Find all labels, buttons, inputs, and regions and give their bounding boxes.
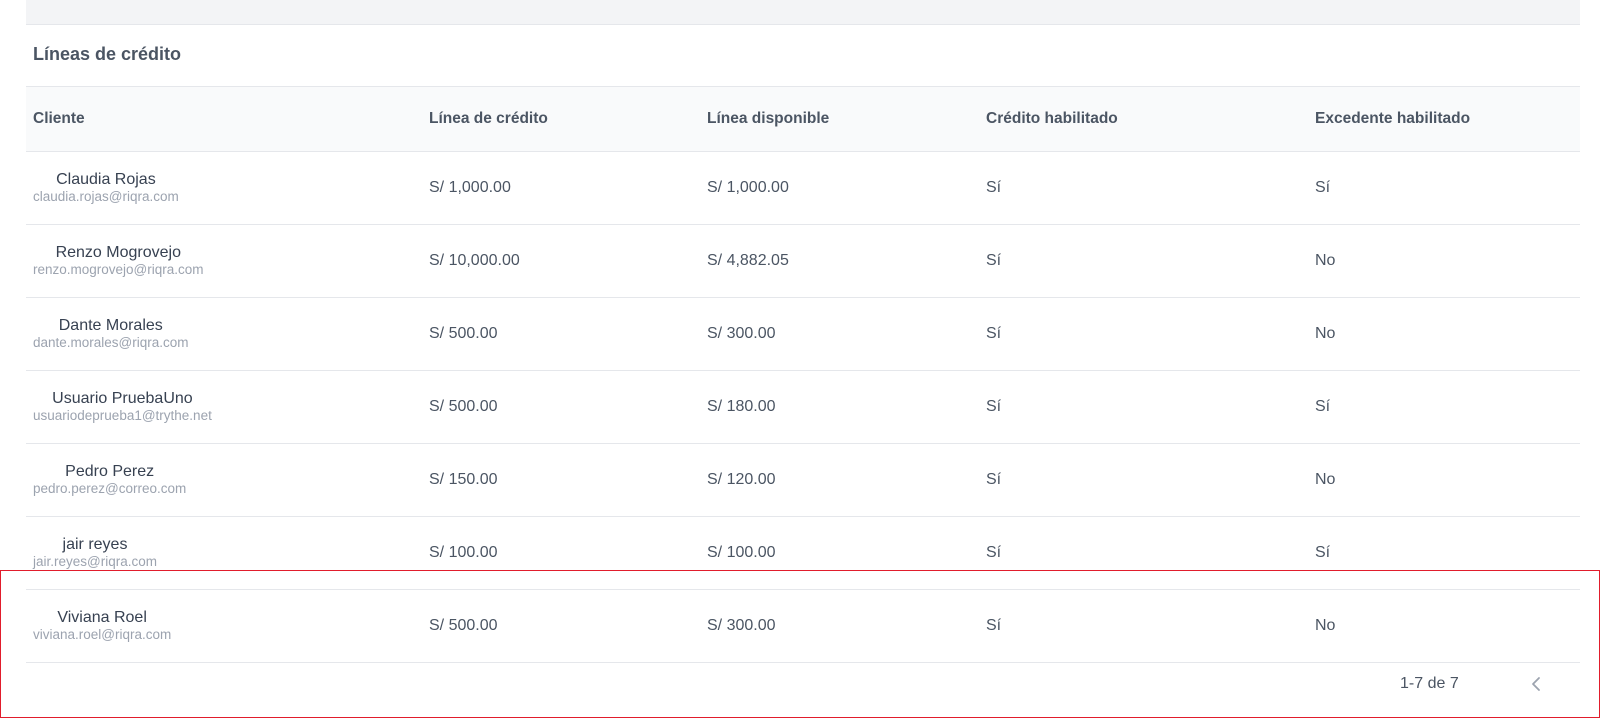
credit-line-cell: S/ 150.00 (429, 471, 498, 488)
table-row[interactable]: Pedro Perez pedro.perez@correo.com S/ 15… (26, 444, 1580, 517)
client-cell: Renzo Mogrovejo renzo.mogrovejo@riqra.co… (33, 225, 204, 297)
excess-enabled-cell: Sí (1315, 544, 1331, 561)
client-name: Viviana Roel (57, 609, 147, 626)
table-row[interactable]: Viviana Roel viviana.roel@riqra.com S/ 5… (26, 590, 1580, 663)
header-excedente-habilitado: Excedente habilitado (1315, 110, 1471, 127)
client-cell: Pedro Perez pedro.perez@correo.com (33, 444, 186, 516)
client-email: claudia.rojas@riqra.com (33, 189, 179, 204)
table-row[interactable]: jair reyes jair.reyes@riqra.com S/ 100.0… (26, 517, 1580, 590)
pagination-range: 1-7 de 7 (1400, 675, 1459, 692)
available-line-cell: S/ 120.00 (707, 471, 776, 488)
available-line-cell: S/ 300.00 (707, 325, 776, 342)
available-line-cell: S/ 300.00 (707, 617, 776, 634)
chevron-left-icon[interactable] (1525, 673, 1547, 695)
client-cell: jair reyes jair.reyes@riqra.com (33, 517, 157, 589)
table-row[interactable]: Renzo Mogrovejo renzo.mogrovejo@riqra.co… (26, 225, 1580, 298)
credit-line-cell: S/ 100.00 (429, 544, 498, 561)
client-name: Claudia Rojas (56, 171, 156, 188)
credit-line-cell: S/ 500.00 (429, 325, 498, 342)
table-row[interactable]: Claudia Rojas claudia.rojas@riqra.com S/… (26, 152, 1580, 225)
top-band (26, 0, 1580, 25)
available-line-cell: S/ 1,000.00 (707, 179, 789, 196)
credit-line-cell: S/ 500.00 (429, 398, 498, 415)
client-name: jair reyes (62, 536, 128, 553)
credit-lines-table: Cliente Línea de crédito Línea disponibl… (26, 86, 1580, 663)
excess-enabled-cell: No (1315, 471, 1336, 488)
available-line-cell: S/ 180.00 (707, 398, 776, 415)
excess-enabled-cell: No (1315, 325, 1336, 342)
excess-enabled-cell: Sí (1315, 398, 1331, 415)
client-cell: Claudia Rojas claudia.rojas@riqra.com (33, 152, 179, 224)
client-email: pedro.perez@correo.com (33, 481, 187, 496)
client-name: Pedro Perez (65, 463, 155, 480)
credit-enabled-cell: Sí (986, 179, 1002, 196)
client-cell: Dante Morales dante.morales@riqra.com (33, 298, 189, 370)
credit-enabled-cell: Sí (986, 398, 1002, 415)
section-title: Líneas de crédito (33, 44, 182, 64)
credit-line-cell: S/ 1,000.00 (429, 179, 511, 196)
header-linea-credito: Línea de crédito (429, 110, 548, 127)
excess-enabled-cell: Sí (1315, 179, 1331, 196)
credit-enabled-cell: Sí (986, 617, 1002, 634)
client-name: Renzo Mogrovejo (55, 244, 181, 261)
table-header: Cliente Línea de crédito Línea disponibl… (26, 86, 1580, 152)
credit-line-cell: S/ 500.00 (429, 617, 498, 634)
credit-enabled-cell: Sí (986, 325, 1002, 342)
client-cell: Usuario PruebaUno usuariodeprueba1@tryth… (33, 371, 212, 443)
credit-enabled-cell: Sí (986, 252, 1002, 269)
available-line-cell: S/ 100.00 (707, 544, 776, 561)
client-email: dante.morales@riqra.com (33, 335, 189, 350)
table-row[interactable]: Usuario PruebaUno usuariodeprueba1@tryth… (26, 371, 1580, 444)
client-name: Usuario PruebaUno (52, 390, 193, 407)
client-email: renzo.mogrovejo@riqra.com (33, 262, 204, 277)
credit-enabled-cell: Sí (986, 471, 1002, 488)
client-email: viviana.roel@riqra.com (33, 627, 172, 642)
excess-enabled-cell: No (1315, 617, 1336, 634)
client-email: usuariodeprueba1@trythe.net (33, 408, 212, 423)
client-name: Dante Morales (58, 317, 163, 334)
credit-line-cell: S/ 10,000.00 (429, 252, 520, 269)
table-row[interactable]: Dante Morales dante.morales@riqra.com S/… (26, 298, 1580, 371)
excess-enabled-cell: No (1315, 252, 1336, 269)
header-credito-habilitado: Crédito habilitado (986, 110, 1118, 127)
available-line-cell: S/ 4,882.05 (707, 252, 789, 269)
header-cliente: Cliente (33, 110, 85, 127)
credit-enabled-cell: Sí (986, 544, 1002, 561)
client-email: jair.reyes@riqra.com (33, 554, 157, 569)
client-cell: Viviana Roel viviana.roel@riqra.com (33, 590, 171, 662)
header-linea-disponible: Línea disponible (707, 110, 830, 127)
